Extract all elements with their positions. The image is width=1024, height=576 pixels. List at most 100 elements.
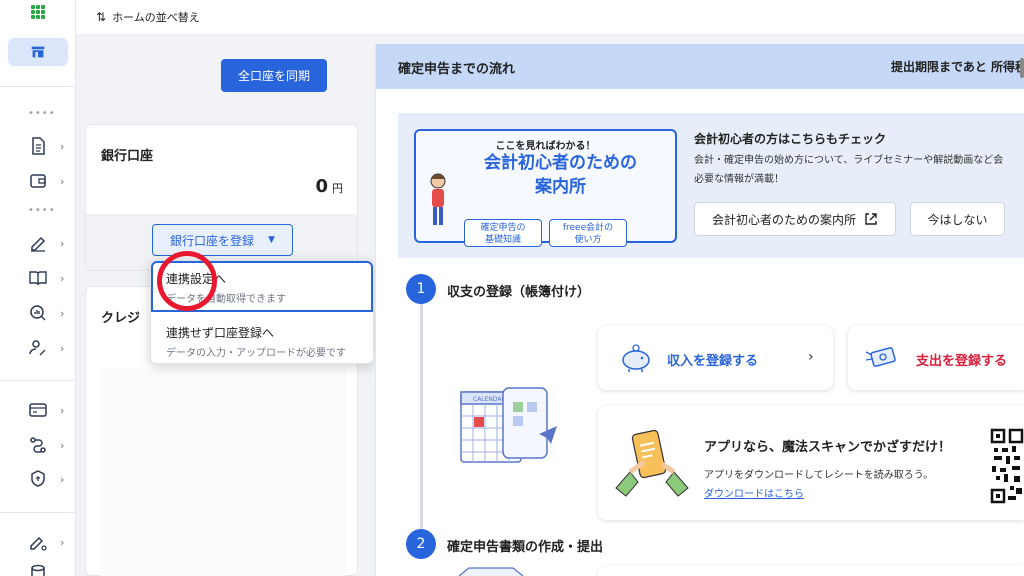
chevron-right-icon: ›	[60, 535, 65, 549]
dropdown-item-sub: データの入力・アップロードが必要です	[166, 348, 346, 359]
promo-tag-usage: freee会計の 使い方	[549, 219, 627, 247]
chevron-right-icon: ›	[60, 174, 65, 188]
step-number-badge: 2	[406, 529, 436, 559]
piggy-bank-icon	[622, 344, 650, 372]
promo-kicker: ここを見ればわかる！	[495, 141, 596, 152]
external-link-icon	[865, 213, 877, 225]
chevron-right-icon: ›	[60, 139, 65, 153]
document-stack-illustration-icon	[458, 567, 524, 576]
database-icon	[31, 564, 45, 576]
child-illustration-icon	[430, 173, 446, 225]
app-download-card: アプリなら、魔法スキャンでかざすだけ！ アプリをダウンロードしてレシートを読み取…	[598, 406, 1024, 520]
nav-item-report[interactable]: ›	[28, 302, 68, 324]
promo-headline: 会計初心者のための 案内所	[416, 151, 675, 199]
magnify-chart-icon	[30, 305, 46, 321]
nav-item-documents[interactable]: ›	[28, 135, 68, 157]
money-wings-icon	[865, 347, 896, 367]
calendar-phone-illustration-icon: CALENDAR	[460, 387, 557, 463]
app-download-link[interactable]: ダウンロードはこちら	[704, 485, 804, 500]
step-number-badge: 1	[406, 274, 436, 304]
deadline-text: 提出期限まであと 所得税	[891, 60, 1024, 74]
pen-icon	[31, 236, 46, 252]
promo-description-line2: 必要な情報が満載！	[694, 174, 784, 185]
wallet-icon	[30, 174, 46, 188]
step-title: 収支の登録（帳簿付け）	[447, 285, 591, 300]
sort-arrows-icon: ⇅	[96, 10, 107, 24]
home-sort-label: ホームの並べ替え	[112, 11, 200, 24]
book-icon	[29, 271, 47, 286]
step2-card	[598, 566, 1024, 576]
register-expense-label: 支出を登録する	[916, 354, 1008, 369]
home-sort-link[interactable]: ⇅ ホームの並べ替え	[96, 9, 200, 25]
credit-card-title: クレジ	[101, 311, 141, 326]
beginner-guide-banner: ここを見ればわかる！ 会計初心者のための 案内所 確定申告の 基礎知識 free…	[398, 113, 1024, 258]
tax-flow-title: 確定申告までの流れ	[398, 62, 516, 77]
nav-divider	[0, 380, 76, 381]
nav-divider	[0, 86, 76, 87]
nav-home-button[interactable]	[8, 38, 68, 66]
register-income-label: 収入を登録する	[667, 354, 759, 369]
nav-item-database[interactable]	[28, 562, 68, 576]
promo-headline-line1: 会計初心者のための	[484, 153, 637, 173]
dropdown-item-manual[interactable]: 連携せず口座登録へ データの入力・アップロードが必要です	[151, 317, 373, 359]
nav-dots: ••••	[28, 108, 56, 119]
bank-account-title: 銀行口座	[101, 149, 154, 164]
app-grid-icon[interactable]	[31, 5, 45, 19]
chevron-right-icon: ›	[60, 306, 65, 320]
nav-divider	[0, 512, 76, 513]
hand-coin-icon	[31, 470, 45, 487]
nav-item-wallet[interactable]: ›	[28, 170, 68, 192]
guide-button-label: 会計初心者のための案内所	[711, 212, 856, 227]
chevron-right-icon: ›	[60, 236, 65, 250]
nav-dots: ••••	[28, 205, 56, 216]
bank-balance-value: 0	[315, 176, 328, 197]
app-card-headline: アプリなら、魔法スキャンでかざすだけ！	[704, 440, 952, 455]
person-percent-icon	[29, 340, 46, 356]
phone-scan-illustration-icon	[615, 429, 689, 497]
tax-flow-header: 確定申告までの流れ 提出期限まであと 所得税	[376, 44, 1024, 89]
nav-item-edit[interactable]: ›	[28, 232, 68, 254]
promo-tag-usage-line2: 使い方	[574, 235, 602, 245]
nav-item-route[interactable]: ›	[28, 434, 68, 456]
bank-balance: 0円	[315, 176, 343, 197]
promo-headline-line2: 案内所	[535, 177, 586, 197]
nav-item-book[interactable]: ›	[28, 267, 68, 289]
promo-description: 会計・確定申告の始め方について、ライブセミナーや解説動画など会 必要な情報が満載…	[694, 151, 1024, 189]
sync-all-accounts-button[interactable]: 全口座を同期	[221, 59, 327, 92]
promo-tag-basics-line2: 基礎知識	[484, 235, 521, 245]
currency-unit: 円	[332, 182, 343, 195]
promo-tag-usage-line1: freee会計の	[562, 223, 614, 233]
scrollbar-thumb[interactable]	[1020, 58, 1024, 78]
nav-item-card[interactable]: ›	[28, 399, 68, 421]
beginner-guide-image[interactable]: ここを見ればわかる！ 会計初心者のための 案内所 確定申告の 基礎知識 free…	[414, 129, 677, 247]
calendar-label: CALENDAR	[473, 396, 506, 403]
bank-account-card: 銀行口座 0円 銀行口座を登録 ▼	[85, 124, 358, 271]
chevron-right-icon: ›	[60, 472, 65, 486]
nav-item-settings[interactable]: ›	[28, 531, 68, 553]
chevron-right-icon: ›	[60, 341, 65, 355]
nav-item-money[interactable]: ›	[28, 468, 68, 490]
register-income-card[interactable]: 収入を登録する ›	[598, 326, 833, 390]
promo-description-line1: 会計・確定申告の始め方について、ライブセミナーや解説動画など会	[694, 155, 1004, 166]
route-icon	[30, 437, 46, 453]
register-bank-account-button[interactable]: 銀行口座を登録 ▼	[152, 224, 293, 256]
nav-item-tax[interactable]: ›	[28, 337, 68, 359]
caret-down-icon: ▼	[268, 235, 275, 245]
click-highlight-ring	[157, 251, 217, 311]
chevron-right-icon: ›	[60, 438, 65, 452]
qr-code-icon[interactable]	[990, 428, 1024, 504]
not-now-button[interactable]: 今はしない	[910, 202, 1005, 236]
side-nav: •••• › › •••• › › › › › › › ›	[0, 0, 76, 576]
pen-gear-icon	[30, 536, 47, 551]
app-card-description: アプリをダウンロードしてレシートを読み取ろう。	[704, 470, 934, 481]
chevron-right-icon: ›	[60, 271, 65, 285]
register-expense-card[interactable]: 支出を登録する	[848, 326, 1024, 390]
beginner-guide-button[interactable]: 会計初心者のための案内所	[694, 202, 896, 236]
dropdown-item-label: 連携せず口座登録へ	[166, 326, 275, 340]
chevron-right-icon: ›	[808, 349, 814, 365]
step-title: 確定申告書類の作成・提出	[447, 540, 604, 555]
document-icon	[32, 137, 45, 155]
step-connector-line	[420, 304, 423, 530]
promo-tag-basics-line1: 確定申告の	[480, 223, 526, 233]
chevron-right-icon: ›	[60, 403, 65, 417]
